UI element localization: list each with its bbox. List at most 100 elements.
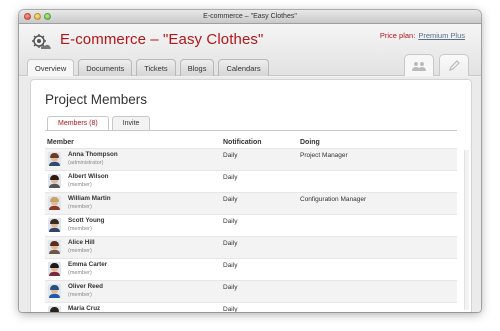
member-role: (member) [68,204,92,210]
member-role: (member) [68,270,92,276]
doing-cell: Configuration Manager [300,196,367,203]
people-icon [412,61,426,71]
notification-cell[interactable]: Daily [223,281,300,302]
minimize-window-button[interactable] [34,13,41,20]
member-name[interactable]: Emma Carter [68,261,107,269]
doing-cell [300,303,450,312]
member-name[interactable]: Oliver Reed [68,283,103,291]
notification-cell[interactable]: Daily [223,303,300,312]
tab-tickets[interactable]: Tickets [136,59,176,76]
avatar[interactable] [48,306,61,312]
avatar-body [49,162,60,166]
tab-overview[interactable]: Overview [27,59,75,76]
doing-cell [300,259,450,280]
table-header: Member Notification Doing [45,136,457,148]
doing-cell [300,171,450,192]
price-plan-link[interactable]: Premium Plus [418,31,465,40]
table-row[interactable]: Emma Carter (member) Daily [45,258,457,280]
avatar[interactable] [48,262,61,276]
member-role: (administrator) [68,160,104,166]
avatar[interactable] [48,174,61,188]
window-title: E-commerce – "Easy Clothes" [203,13,297,20]
pencil-icon [449,59,460,71]
avatar-body [49,184,60,188]
members-panel: Project Members Members (8) Invite Membe… [30,79,472,312]
avatar-body [49,294,60,298]
table-row[interactable]: Scott Young (member) Daily [45,214,457,236]
avatar-hair [50,307,59,312]
member-name-block: Scott Young (member) [68,217,105,233]
notification-cell[interactable]: Daily [223,193,300,214]
member-cell: Oliver Reed (member) [45,281,223,302]
member-name[interactable]: Scott Young [68,217,105,225]
notification-cell[interactable]: Daily [223,149,300,170]
price-plan-label: Price plan: [379,31,416,40]
tool-tabs [404,54,469,76]
notification-cell[interactable]: Daily [223,171,300,192]
member-name-block: Oliver Reed (member) [68,283,103,299]
avatar-body [49,250,60,254]
member-role: (member) [68,182,92,188]
table-row[interactable]: Albert Wilson (member) Daily [45,170,457,192]
member-name-block: Anna Thompson (administrator) [68,151,118,167]
members-tool-tab[interactable] [404,54,434,76]
divider [45,130,457,131]
avatar-body [49,228,60,232]
avatar[interactable] [48,152,61,166]
doing-cell [300,281,450,302]
tab-invite[interactable]: Invite [111,116,151,130]
member-cell: Scott Young (member) [45,215,223,236]
member-cell: Albert Wilson (member) [45,171,223,192]
column-header-notification: Notification [223,138,262,146]
member-name[interactable]: Anna Thompson [68,151,118,159]
avatar[interactable] [48,218,61,232]
avatar-body [49,206,60,210]
browser-window: E-commerce – "Easy Clothes" E-commerce –… [19,10,481,312]
avatar-hair [50,285,59,290]
table-body: Anna Thompson (administrator) Daily Proj… [45,148,457,312]
gear-cloud-icon [32,34,51,49]
member-role: (member) [68,226,92,232]
member-cell: Anna Thompson (administrator) [45,149,223,170]
doing-cell [300,215,450,236]
member-cell: Alice Hill (member) [45,237,223,258]
table-row[interactable]: William Martin (member) Daily Configurat… [45,192,457,214]
column-header-doing: Doing [300,138,320,146]
members-table: Member Notification Doing Anna Thompson … [45,136,457,312]
tab-calendars[interactable]: Calendars [218,59,269,76]
member-name[interactable]: William Martin [68,195,111,203]
avatar-hair [50,153,59,158]
member-name[interactable]: Alice Hill [68,239,95,247]
table-row[interactable]: Oliver Reed (member) Daily [45,280,457,302]
tab-blogs[interactable]: Blogs [179,59,215,76]
close-window-button[interactable] [24,13,31,20]
member-role: (member) [68,292,92,298]
scrollbar[interactable] [464,150,469,310]
price-plan: Price plan: Premium Plus [380,31,465,40]
tab-members[interactable]: Members (8) [47,116,109,130]
avatar[interactable] [48,196,61,210]
member-name-block: Albert Wilson (member) [68,173,109,189]
tab-documents[interactable]: Documents [78,59,133,76]
main-nav-tabs: Overview Documents Tickets Blogs Calenda… [27,59,269,76]
avatar-body [49,272,60,276]
app-header: E-commerce – "Easy Clothes" Price plan: P… [19,24,481,76]
notification-cell[interactable]: Daily [223,215,300,236]
table-row[interactable]: Maria Cruz (member) Daily [45,302,457,312]
member-cell: Maria Cruz (member) [45,303,223,312]
notification-cell[interactable]: Daily [223,259,300,280]
avatar-hair [50,241,59,246]
table-row[interactable]: Alice Hill (member) Daily [45,236,457,258]
member-name[interactable]: Albert Wilson [68,173,109,181]
maximize-window-button[interactable] [44,13,51,20]
app-title: E-commerce – "Easy Clothes" [60,31,264,48]
member-name[interactable]: Maria Cruz [68,305,100,312]
table-row[interactable]: Anna Thompson (administrator) Daily Proj… [45,148,457,170]
notification-cell[interactable]: Daily [223,237,300,258]
edit-tool-tab[interactable] [439,54,469,76]
window-controls [24,13,51,20]
avatar[interactable] [48,284,61,298]
avatar[interactable] [48,240,61,254]
member-cell: William Martin (member) [45,193,223,214]
member-cell: Emma Carter (member) [45,259,223,280]
